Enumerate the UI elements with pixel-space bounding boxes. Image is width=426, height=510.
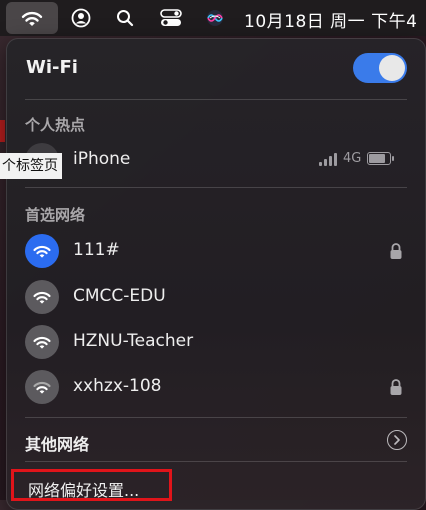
wifi-menu-panel: Wi-Fi 个人热点 iPhone 4G 首选网络 111# CMCC-EDU … [6,38,426,510]
divider [25,461,407,462]
divider [25,417,407,418]
toggle-knob [379,55,405,81]
hotspot-status: 4G [319,151,395,166]
hotspot-section-label: 个人热点 [25,116,86,134]
menu-bar: 10月18日 周一 下午4 [0,0,426,36]
network-preferences-button[interactable]: 网络偏好设置... [11,469,172,501]
preferred-section-label: 首选网络 [25,206,86,224]
other-networks-item[interactable]: 其他网络 [25,431,89,455]
control-center-icon[interactable] [160,8,182,28]
network-name: 111# [73,240,120,260]
network-row-111[interactable]: 111# [7,228,425,274]
menubar-clock[interactable]: 10月18日 周一 下午4 [244,7,417,32]
network-row-xxhzx-108[interactable]: xxhzx-108 [7,364,425,410]
siri-icon[interactable] [204,8,226,28]
wifi-icon [21,11,43,26]
hotspot-name: iPhone [73,149,131,169]
hotspot-row-iphone[interactable]: iPhone 4G [7,137,425,183]
network-type: 4G [343,151,362,166]
divider [25,187,407,188]
user-icon[interactable] [70,8,92,28]
divider [25,99,407,100]
network-row-hznu-teacher[interactable]: HZNU-Teacher [7,319,425,365]
menubar-wifi-button[interactable] [6,2,58,34]
battery-icon [367,152,395,165]
cellular-signal-icon [319,152,337,166]
network-name: CMCC-EDU [73,286,166,306]
background-window-fragment [0,120,5,142]
wifi-icon [25,280,59,314]
wifi-toggle[interactable] [353,53,407,83]
panel-title: Wi-Fi [26,57,78,78]
background-tab-tooltip: 个标签页 [0,153,62,179]
network-name: HZNU-Teacher [73,331,194,351]
network-preferences-label: 网络偏好设置... [28,481,140,500]
wifi-icon [25,234,59,268]
search-icon[interactable] [114,8,136,28]
chevron-right-icon[interactable] [387,430,407,450]
lock-icon [390,379,402,395]
network-row-cmcc-edu[interactable]: CMCC-EDU [7,274,425,320]
lock-icon [390,243,402,259]
wifi-icon [25,370,59,404]
wifi-icon [25,325,59,359]
network-name: xxhzx-108 [73,376,162,396]
